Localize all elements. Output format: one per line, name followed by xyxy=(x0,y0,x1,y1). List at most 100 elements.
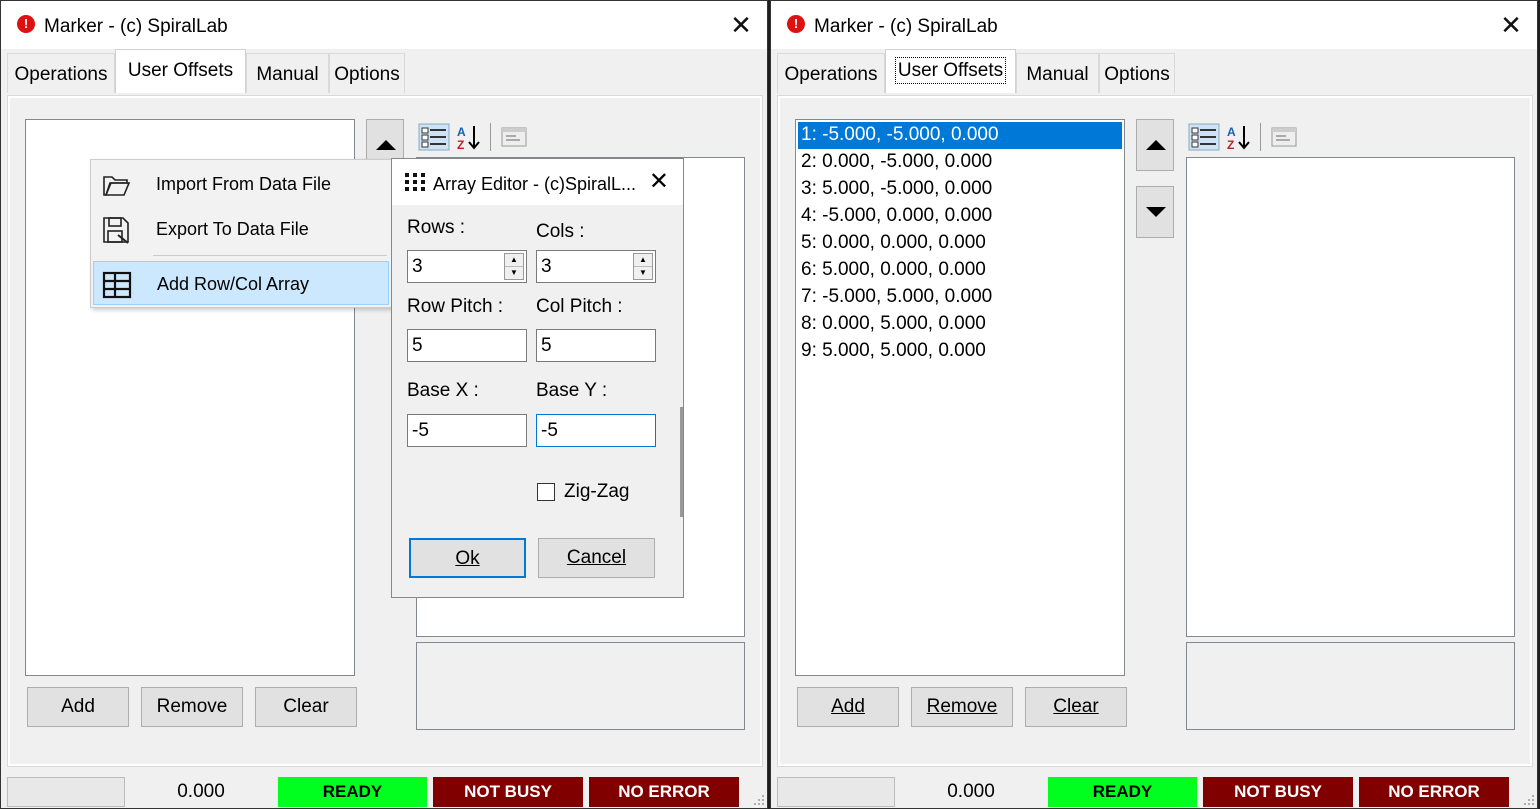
sort-az-icon[interactable]: A Z xyxy=(454,123,486,151)
rows-value: 3 xyxy=(412,256,423,277)
move-up-button[interactable] xyxy=(1136,119,1174,171)
list-item[interactable]: 1: -5.000, -5.000, 0.000 xyxy=(798,122,1122,149)
col-pitch-label: Col Pitch : xyxy=(536,296,623,317)
svg-text:A: A xyxy=(1227,125,1236,139)
list-item[interactable]: 2: 0.000, -5.000, 0.000 xyxy=(798,149,1122,176)
error-icon: ! xyxy=(17,15,35,33)
error-icon: ! xyxy=(787,15,805,33)
window-title: Marker - (c) SpiralLab xyxy=(44,16,228,37)
dialog-scrollbar[interactable] xyxy=(680,407,683,517)
menu-item-add-array[interactable]: Add Row/Col Array xyxy=(93,261,389,305)
base-y-field[interactable]: -5 xyxy=(536,414,656,447)
title-bar: ! Marker - (c) SpiralLab ✕ xyxy=(1,1,767,49)
tab-manual[interactable]: Manual xyxy=(1016,53,1099,93)
add-button[interactable]: Add xyxy=(27,687,129,727)
tab-label: User Offsets xyxy=(127,60,234,81)
property-grid[interactable] xyxy=(1186,157,1515,637)
tab-label: Manual xyxy=(1026,64,1089,85)
down-arrow-icon[interactable]: ▼ xyxy=(505,267,523,280)
menu-item-import[interactable]: Import From Data File xyxy=(93,162,389,206)
tab-label: Options xyxy=(1104,64,1170,85)
tab-options[interactable]: Options xyxy=(329,53,405,93)
row-pitch-field[interactable]: 5 xyxy=(407,329,527,362)
rows-label: Rows : xyxy=(407,217,466,238)
up-arrow-icon xyxy=(1146,140,1166,150)
zigzag-label: Zig-Zag xyxy=(564,481,630,502)
menu-item-export[interactable]: Export To Data File xyxy=(93,207,389,251)
close-icon[interactable]: ✕ xyxy=(649,167,669,196)
tab-label: Options xyxy=(334,64,400,85)
menu-separator xyxy=(153,255,387,256)
zigzag-checkbox[interactable] xyxy=(537,483,555,501)
down-arrow-icon[interactable]: ▼ xyxy=(634,267,652,280)
menu-item-label: Export To Data File xyxy=(156,219,309,239)
tab-options[interactable]: Options xyxy=(1099,53,1175,93)
toolbar-separator xyxy=(490,123,491,151)
tab-label: Operations xyxy=(14,64,108,85)
property-pages-icon[interactable] xyxy=(498,123,530,151)
property-pages-icon[interactable] xyxy=(1268,123,1300,151)
status-progress xyxy=(7,777,125,807)
menu-item-label: Add Row/Col Array xyxy=(157,274,310,294)
status-ready-badge: READY xyxy=(1048,777,1197,807)
tab-label: Operations xyxy=(784,64,878,85)
tab-user-offsets[interactable]: User Offsets xyxy=(885,49,1016,93)
folder-open-icon xyxy=(103,176,131,196)
menu-item-label: Import From Data File xyxy=(156,174,332,194)
svg-text:Z: Z xyxy=(1227,138,1234,151)
close-icon[interactable]: ✕ xyxy=(723,7,759,43)
list-item[interactable]: 6: 5.000, 0.000, 0.000 xyxy=(798,257,1122,284)
list-item[interactable]: 4: -5.000, 0.000, 0.000 xyxy=(798,203,1122,230)
property-description xyxy=(1186,642,1515,730)
cancel-label: Cancel xyxy=(566,547,627,568)
base-x-label: Base X : xyxy=(407,380,479,401)
sort-az-icon[interactable]: A Z xyxy=(1224,123,1256,151)
move-down-button[interactable] xyxy=(1136,186,1174,238)
base-y-label: Base Y : xyxy=(536,380,608,401)
tab-operations[interactable]: Operations xyxy=(7,53,115,93)
up-arrow-icon xyxy=(376,140,396,150)
offset-list[interactable]: 1: -5.000, -5.000, 0.000 2: 0.000, -5.00… xyxy=(795,119,1125,676)
tab-label: Manual xyxy=(256,64,319,85)
remove-button[interactable]: Remove xyxy=(911,687,1013,727)
status-busy-badge: NOT BUSY xyxy=(433,777,583,807)
tab-operations[interactable]: Operations xyxy=(777,53,885,93)
cols-stepper[interactable]: 3 ▲ ▼ xyxy=(536,250,656,283)
list-item[interactable]: 9: 5.000, 5.000, 0.000 xyxy=(798,338,1122,365)
cols-label: Cols : xyxy=(536,221,585,242)
rows-spin-buttons[interactable]: ▲ ▼ xyxy=(504,253,524,280)
remove-button[interactable]: Remove xyxy=(141,687,243,727)
cancel-button[interactable]: Cancel xyxy=(538,538,655,578)
svg-text:A: A xyxy=(457,125,466,139)
cols-value: 3 xyxy=(541,256,552,277)
list-item[interactable]: 3: 5.000, -5.000, 0.000 xyxy=(798,176,1122,203)
cols-spin-buttons[interactable]: ▲ ▼ xyxy=(633,253,653,280)
clear-button[interactable]: Clear xyxy=(255,687,357,727)
ok-button[interactable]: Ok xyxy=(409,538,526,578)
list-item[interactable]: 8: 0.000, 5.000, 0.000 xyxy=(798,311,1122,338)
base-x-field[interactable]: -5 xyxy=(407,414,527,447)
close-icon[interactable]: ✕ xyxy=(1493,7,1529,43)
list-item[interactable]: 5: 0.000, 0.000, 0.000 xyxy=(798,230,1122,257)
status-ready-badge: READY xyxy=(278,777,427,807)
ok-label: Ok xyxy=(455,548,480,569)
up-arrow-icon[interactable]: ▲ xyxy=(505,254,523,267)
col-pitch-field[interactable]: 5 xyxy=(536,329,656,362)
marker-window-right: ! Marker - (c) SpiralLab ✕ Operations Us… xyxy=(770,0,1538,809)
dialog-title: Array Editor - (c)SpiralL... xyxy=(433,174,637,194)
categorized-icon[interactable] xyxy=(418,123,450,151)
up-arrow-icon[interactable]: ▲ xyxy=(634,254,652,267)
tab-label: User Offsets xyxy=(894,57,1007,84)
grip-dots-icon[interactable] xyxy=(751,792,765,806)
list-item[interactable]: 7: -5.000, 5.000, 0.000 xyxy=(798,284,1122,311)
clear-button[interactable]: Clear xyxy=(1025,687,1127,727)
categorized-icon[interactable] xyxy=(1188,123,1220,151)
clear-label: Clear xyxy=(1053,696,1099,717)
tab-manual[interactable]: Manual xyxy=(246,53,329,93)
add-button[interactable]: Add xyxy=(797,687,899,727)
tab-user-offsets[interactable]: User Offsets xyxy=(115,49,246,93)
toolbar-separator xyxy=(1260,123,1261,151)
window-title: Marker - (c) SpiralLab xyxy=(814,16,998,37)
rows-stepper[interactable]: 3 ▲ ▼ xyxy=(407,250,527,283)
grip-dots-icon[interactable] xyxy=(1521,792,1535,806)
